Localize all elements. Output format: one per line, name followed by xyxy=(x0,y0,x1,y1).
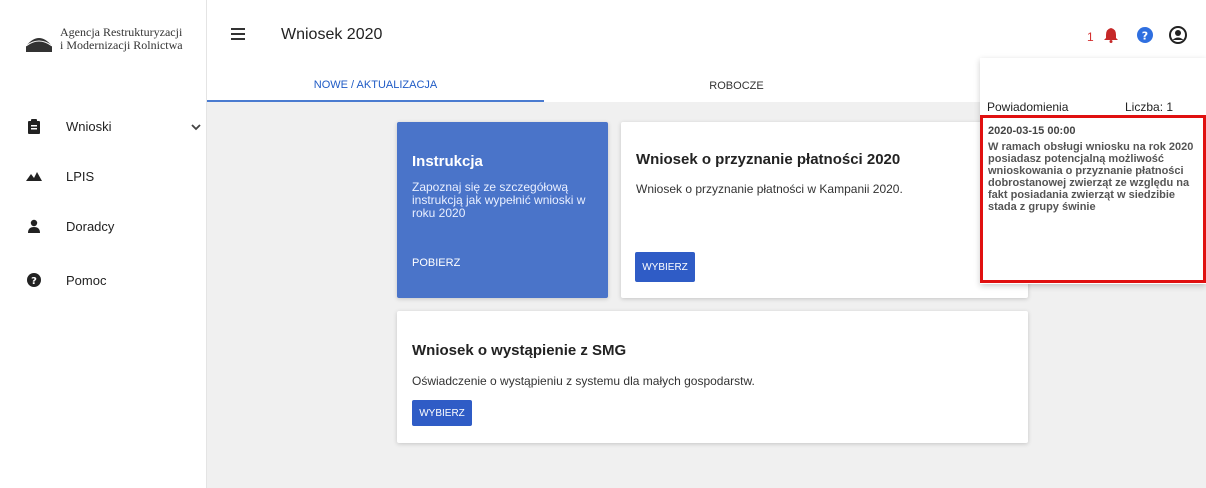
arimr-logo[interactable]: Agencja Restrukturyzacji i Modernizacji … xyxy=(24,26,183,54)
instruction-description: Zapoznaj się ze szczegółową instrukcją j… xyxy=(412,180,586,220)
logo-text: Agencja Restrukturyzacji i Modernizacji … xyxy=(60,26,183,52)
svg-text:?: ? xyxy=(31,276,37,287)
download-link[interactable]: POBIERZ xyxy=(412,257,460,269)
payment-card-title: Wniosek o przyznanie płatności 2020 xyxy=(636,151,901,168)
person-icon xyxy=(26,218,42,234)
sidebar: Agencja Restrukturyzacji i Modernizacji … xyxy=(0,0,207,488)
tab-nowe-aktualizacja[interactable]: NOWE / AKTUALIZACJA xyxy=(207,70,544,102)
notification-date: 2020-03-15 00:00 xyxy=(988,125,1076,137)
payment-card-description: Wniosek o przyznanie płatności w Kampani… xyxy=(636,182,903,196)
instruction-title: Instrukcja xyxy=(412,153,483,170)
notification-text: W ramach obsługi wniosku na rok 2020 pos… xyxy=(988,141,1194,213)
user-account-icon[interactable] xyxy=(1169,26,1187,49)
smg-application-card: Wniosek o wystąpienie z SMG Oświadczenie… xyxy=(397,311,1028,443)
sidebar-item-label: Doradcy xyxy=(66,218,115,234)
select-smg-button[interactable]: WYBIERZ xyxy=(412,400,472,426)
notification-item[interactable]: 2020-03-15 00:00 W ramach obsługi wniosk… xyxy=(980,115,1206,283)
payment-application-card: Wniosek o przyznanie płatności 2020 Wnio… xyxy=(621,122,1028,298)
sidebar-item-label: Pomoc xyxy=(66,272,107,288)
sidebar-item-lpis[interactable]: LPIS xyxy=(26,164,202,188)
sidebar-item-label: LPIS xyxy=(66,168,95,184)
chevron-down-icon[interactable] xyxy=(191,118,201,136)
notifications-title: Powiadomienia xyxy=(987,100,1069,114)
sidebar-item-doradcy[interactable]: Doradcy xyxy=(26,214,202,238)
notification-count: 1 xyxy=(1087,30,1094,44)
mountains-icon xyxy=(26,168,42,184)
sidebar-item-label: Wnioski xyxy=(66,118,112,134)
logo-line2: i Modernizacji Rolnictwa xyxy=(60,38,183,52)
smg-card-description: Oświadczenie o wystąpieniu z systemu dla… xyxy=(412,374,755,388)
hamburger-menu-icon[interactable] xyxy=(231,27,245,45)
notifications-panel: Powiadomienia Liczba: 1 2020-03-15 00:00… xyxy=(980,58,1206,284)
arimr-logo-icon xyxy=(24,30,54,54)
instruction-card: Instrukcja Zapoznaj się ze szczegółową i… xyxy=(397,122,608,298)
sidebar-item-pomoc[interactable]: ? Pomoc xyxy=(26,268,202,292)
select-payment-button[interactable]: WYBIERZ xyxy=(635,252,695,282)
notifications-count: Liczba: 1 xyxy=(1125,100,1174,114)
help-circle-icon: ? xyxy=(26,272,42,288)
smg-card-title: Wniosek o wystąpienie z SMG xyxy=(412,342,627,359)
sidebar-item-wnioski[interactable]: Wnioski xyxy=(26,114,202,138)
svg-text:?: ? xyxy=(1142,30,1148,43)
page-title: Wniosek 2020 xyxy=(281,26,383,43)
tab-robocze[interactable]: ROBOCZE xyxy=(544,70,929,102)
bell-icon[interactable] xyxy=(1104,27,1118,48)
clipboard-icon xyxy=(26,118,42,134)
help-icon[interactable]: ? xyxy=(1137,27,1153,48)
